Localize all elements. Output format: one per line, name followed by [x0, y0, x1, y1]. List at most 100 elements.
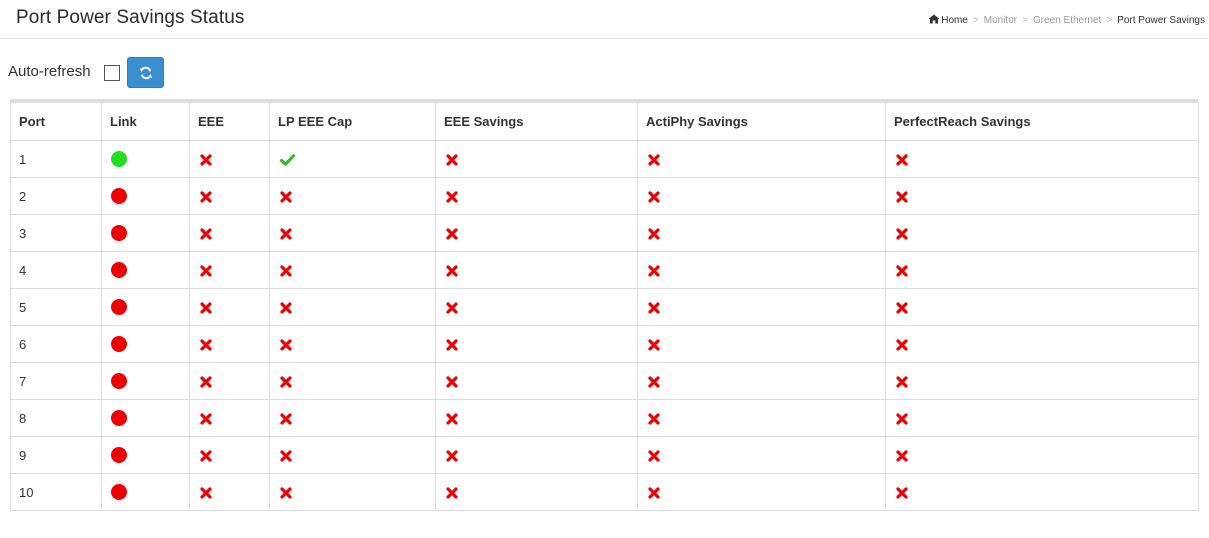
cross-icon — [280, 376, 292, 388]
actiphy-savings-cell — [637, 362, 886, 400]
cross-icon — [896, 376, 908, 388]
breadcrumb-monitor-link[interactable]: Monitor — [984, 15, 1017, 26]
check-icon — [279, 154, 296, 166]
cross-icon — [648, 487, 660, 499]
cross-icon — [446, 450, 458, 462]
cross-icon — [896, 413, 908, 425]
table-row: 7 — [10, 362, 1199, 400]
table-row: 9 — [10, 436, 1199, 474]
cross-icon — [896, 302, 908, 314]
link-cell — [101, 473, 190, 511]
eee-savings-cell — [435, 436, 638, 474]
breadcrumb-separator: > — [1106, 15, 1113, 26]
cross-icon — [648, 228, 660, 240]
link-cell — [101, 325, 190, 363]
perfectreach-savings-cell — [885, 214, 1199, 252]
breadcrumb-green-ethernet-link[interactable]: Green Ethernet — [1033, 15, 1101, 26]
refresh-button[interactable] — [127, 57, 164, 88]
eee-savings-cell — [435, 177, 638, 215]
perfectreach-savings-cell — [885, 177, 1199, 215]
table-row: 8 — [10, 399, 1199, 437]
actiphy-savings-cell — [637, 436, 886, 474]
cross-icon — [648, 413, 660, 425]
lp-eee-cap-cell — [269, 177, 436, 215]
column-header-eee-savings: EEE Savings — [435, 102, 638, 141]
page-header: Port Power Savings Status Home > Monitor > G… — [0, 0, 1209, 39]
actiphy-savings-cell — [637, 325, 886, 363]
table-row: 2 — [10, 177, 1199, 215]
eee-savings-cell — [435, 473, 638, 511]
actiphy-savings-cell — [637, 288, 886, 326]
cross-icon — [648, 265, 660, 277]
cross-icon — [896, 487, 908, 499]
link-down-icon — [111, 484, 127, 501]
eee-savings-cell — [435, 362, 638, 400]
lp-eee-cap-cell — [269, 399, 436, 437]
lp-eee-cap-cell — [269, 140, 436, 178]
cross-icon — [200, 191, 212, 203]
link-down-icon — [111, 262, 127, 279]
cross-icon — [648, 154, 660, 166]
port-power-savings-table: Port Link EEE LP EEE Cap EEE Savings Act… — [10, 99, 1199, 511]
perfectreach-savings-cell — [885, 473, 1199, 511]
auto-refresh-checkbox[interactable] — [104, 65, 120, 81]
cross-icon — [280, 339, 292, 351]
cross-icon — [280, 413, 292, 425]
port-cell: 1 — [10, 140, 102, 178]
breadcrumb-home-link[interactable]: Home — [941, 15, 968, 26]
link-cell — [101, 362, 190, 400]
cross-icon — [200, 302, 212, 314]
table-row: 4 — [10, 251, 1199, 289]
perfectreach-savings-cell — [885, 288, 1199, 326]
cross-icon — [446, 191, 458, 203]
cross-icon — [896, 191, 908, 203]
table-row: 5 — [10, 288, 1199, 326]
cross-icon — [280, 487, 292, 499]
link-cell — [101, 140, 190, 178]
cross-icon — [200, 154, 212, 166]
perfectreach-savings-cell — [885, 251, 1199, 289]
cross-icon — [200, 376, 212, 388]
lp-eee-cap-cell — [269, 214, 436, 252]
cross-icon — [648, 376, 660, 388]
port-cell: 9 — [10, 436, 102, 474]
column-header-lp-eee-cap: LP EEE Cap — [269, 102, 436, 141]
home-icon — [928, 14, 940, 27]
perfectreach-savings-cell — [885, 436, 1199, 474]
table-row: 3 — [10, 214, 1199, 252]
link-down-icon — [111, 336, 127, 353]
eee-cell — [189, 436, 270, 474]
eee-savings-cell — [435, 140, 638, 178]
cross-icon — [280, 450, 292, 462]
port-cell: 5 — [10, 288, 102, 326]
link-cell — [101, 288, 190, 326]
perfectreach-savings-cell — [885, 399, 1199, 437]
actiphy-savings-cell — [637, 251, 886, 289]
link-down-icon — [111, 188, 127, 205]
cross-icon — [648, 191, 660, 203]
cross-icon — [446, 487, 458, 499]
cross-icon — [648, 339, 660, 351]
cross-icon — [896, 265, 908, 277]
eee-cell — [189, 399, 270, 437]
breadcrumb-separator: > — [972, 15, 979, 26]
lp-eee-cap-cell — [269, 325, 436, 363]
eee-savings-cell — [435, 325, 638, 363]
column-header-perfectreach-savings: PerfectReach Savings — [885, 102, 1199, 141]
port-cell: 10 — [10, 473, 102, 511]
cross-icon — [896, 339, 908, 351]
link-cell — [101, 251, 190, 289]
link-down-icon — [111, 447, 127, 464]
link-down-icon — [111, 225, 127, 242]
cross-icon — [200, 228, 212, 240]
cross-icon — [200, 450, 212, 462]
table-row: 1 — [10, 140, 1199, 178]
column-header-link: Link — [101, 102, 190, 141]
cross-icon — [446, 302, 458, 314]
table-row: 10 — [10, 473, 1199, 511]
eee-cell — [189, 288, 270, 326]
cross-icon — [200, 339, 212, 351]
link-down-icon — [111, 299, 127, 316]
column-header-eee: EEE — [189, 102, 270, 141]
cross-icon — [896, 450, 908, 462]
